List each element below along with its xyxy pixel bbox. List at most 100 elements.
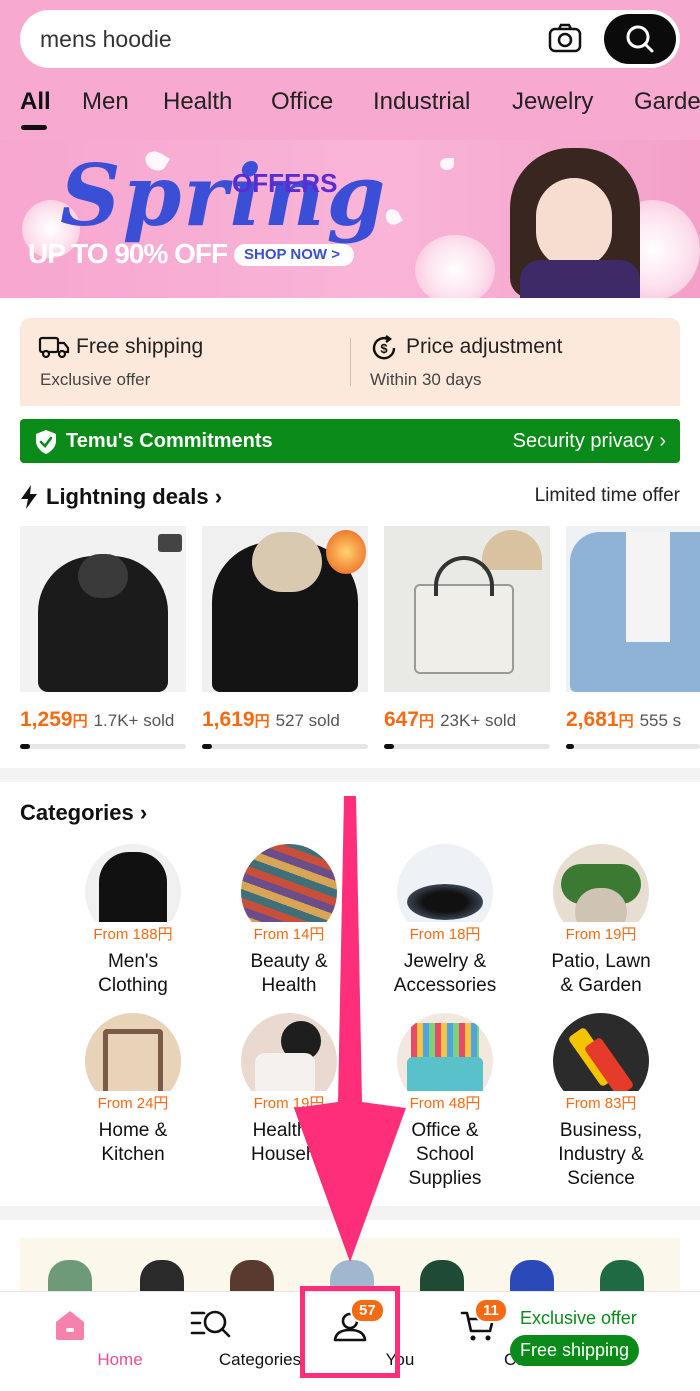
stock-progress-fill	[20, 744, 30, 749]
banner-headline: Spring	[60, 146, 388, 245]
camera-icon[interactable]	[548, 23, 582, 53]
nav-home-label: Home	[97, 1350, 143, 1369]
category-price: From 83円	[560, 1091, 642, 1114]
stock-progress-bar	[384, 744, 550, 749]
sold-count: 527 sold	[275, 711, 340, 730]
nav-categories[interactable]: Categories	[160, 1292, 301, 1391]
nav-cart[interactable]: 11 Cart	[440, 1292, 536, 1391]
tab-all[interactable]: All	[20, 88, 51, 116]
commitments-title: Temu's Commitments	[66, 430, 273, 452]
category-home-kitchen[interactable]: From 24円 Home & Kitchen	[58, 1013, 208, 1167]
spring-offers-banner[interactable]: Spring OFFERS UP TO 90% OFF SHOP NOW >	[0, 140, 700, 298]
exclusive-offer-label: Exclusive offer	[520, 1308, 637, 1328]
you-highlight-box	[300, 1286, 400, 1378]
categories-title: Categories	[20, 800, 134, 825]
tab-health[interactable]: Health	[163, 88, 232, 116]
categories-search-icon	[190, 1310, 231, 1338]
category-name: Office & School Supplies	[408, 1120, 482, 1189]
chevron-right-icon: ›	[659, 430, 666, 452]
stock-progress-bar	[20, 744, 186, 749]
security-privacy-label: Security privacy	[512, 430, 654, 452]
category-business-industry-science[interactable]: From 83円 Business, Industry & Science	[526, 1013, 676, 1191]
banner-offers: OFFERS	[232, 168, 338, 198]
home-icon	[56, 1311, 84, 1340]
stock-progress-fill	[384, 744, 394, 749]
category-office-school-supplies[interactable]: From 48円 Office & School Supplies	[370, 1013, 520, 1191]
model-kimono	[520, 260, 640, 298]
tab-garden[interactable]: Garde	[634, 88, 700, 116]
sold-count: 23K+ sold	[440, 711, 517, 730]
category-name: Men's Clothing	[98, 951, 168, 996]
category-name: Business, Industry & Science	[558, 1120, 644, 1189]
product-image	[566, 526, 700, 692]
sold-count: 555 s	[639, 711, 682, 730]
category-jewelry-accessories[interactable]: From 18円 Jewelry & Accessories	[370, 844, 520, 998]
promo-item	[230, 1260, 274, 1292]
product-image	[202, 526, 368, 692]
chevron-right-icon: ›	[139, 800, 148, 825]
categories-link[interactable]: Categories ›	[20, 800, 147, 826]
shop-now-button[interactable]: SHOP NOW >	[234, 244, 354, 266]
product-price: 647円 23K+ sold	[384, 708, 517, 731]
price-adjust-icon: $	[372, 335, 396, 360]
security-privacy-link[interactable]: Security privacy ›	[513, 430, 666, 453]
tab-jewelry[interactable]: Jewelry	[512, 88, 593, 116]
lightning-deals-link[interactable]: Lightning deals ›	[46, 484, 222, 510]
deal-product[interactable]: 1,259円 1.7K+ sold	[20, 526, 186, 749]
free-shipping-badge[interactable]: Free shipping	[510, 1335, 640, 1366]
category-name: Patio, Lawn & Garden	[551, 951, 651, 996]
blossom-decoration	[415, 235, 495, 298]
category-patio-lawn-garden[interactable]: From 19円 Patio, Lawn & Garden	[526, 844, 676, 998]
promo-item	[140, 1260, 184, 1292]
free-shipping-info[interactable]: Free shipping Exclusive offer	[20, 318, 350, 406]
commitments-banner[interactable]: Temu's Commitments Security privacy ›	[20, 419, 680, 463]
category-name: Health & Househo	[250, 1120, 328, 1165]
tab-industrial[interactable]: Industrial	[373, 88, 470, 116]
cart-count-badge: 11	[474, 1298, 508, 1323]
price-adjustment-subtitle: Within 30 days	[370, 370, 482, 389]
stock-progress-fill	[202, 744, 212, 749]
category-name: Beauty & Health	[250, 951, 328, 996]
bottom-nav: Home Categories 57 You 11 Cart Exclusive…	[0, 1286, 700, 1391]
lightning-deals-title: Lightning deals	[46, 484, 209, 509]
lightning-deals-header: Lightning deals › Limited time offer	[20, 484, 680, 510]
search-input[interactable]: mens hoodie	[40, 26, 172, 53]
product-price: 1,259円 1.7K+ sold	[20, 708, 175, 731]
search-button[interactable]	[604, 14, 676, 64]
promo-item	[510, 1260, 554, 1292]
petal-decoration	[440, 158, 454, 170]
tab-men[interactable]: Men	[82, 88, 129, 116]
category-mens-clothing[interactable]: From 188円 Men's Clothing	[58, 844, 208, 998]
header: mens hoodie All Men Health Office Indust…	[0, 0, 700, 298]
truck-icon	[38, 336, 70, 359]
tab-office[interactable]: Office	[271, 88, 333, 116]
sold-count: 1.7K+ sold	[93, 711, 175, 730]
category-name: Home & Kitchen	[98, 1120, 168, 1165]
product-image	[20, 526, 186, 692]
nav-categories-label: Categories	[218, 1350, 302, 1369]
category-health-household[interactable]: From 19円 Health & Househo	[214, 1013, 364, 1167]
banner-discount: UP TO 90% OFF	[28, 238, 228, 269]
category-price: From 19円	[560, 922, 642, 945]
limited-time-label: Limited time offer	[534, 485, 680, 506]
hoodie-promo-strip[interactable]	[20, 1238, 680, 1292]
deal-product[interactable]: 1,619円 527 sold	[202, 526, 368, 749]
stock-progress-fill	[566, 744, 575, 749]
shield-check-icon	[36, 430, 56, 454]
price-adjustment-title: Price adjustment	[406, 335, 563, 358]
stock-progress-bar	[202, 744, 368, 749]
nav-home[interactable]: Home	[20, 1292, 143, 1391]
deal-product[interactable]: 2,681円 555 s	[566, 526, 700, 749]
price-adjustment-info[interactable]: $ Price adjustment Within 30 days	[350, 318, 680, 406]
svg-text:$: $	[380, 341, 388, 356]
free-shipping-title: Free shipping	[76, 335, 204, 358]
promo-item	[48, 1260, 92, 1292]
product-image	[384, 526, 550, 692]
category-beauty-health[interactable]: From 14円 Beauty & Health	[214, 844, 364, 998]
benefits-bar[interactable]: Free shipping Exclusive offer $ Price ad…	[20, 318, 680, 406]
product-price: 1,619円 527 sold	[202, 708, 340, 731]
category-price: From 18円	[404, 922, 486, 945]
search-bar[interactable]: mens hoodie	[20, 10, 680, 68]
promo-item	[600, 1260, 644, 1292]
deal-product[interactable]: 647円 23K+ sold	[384, 526, 550, 749]
